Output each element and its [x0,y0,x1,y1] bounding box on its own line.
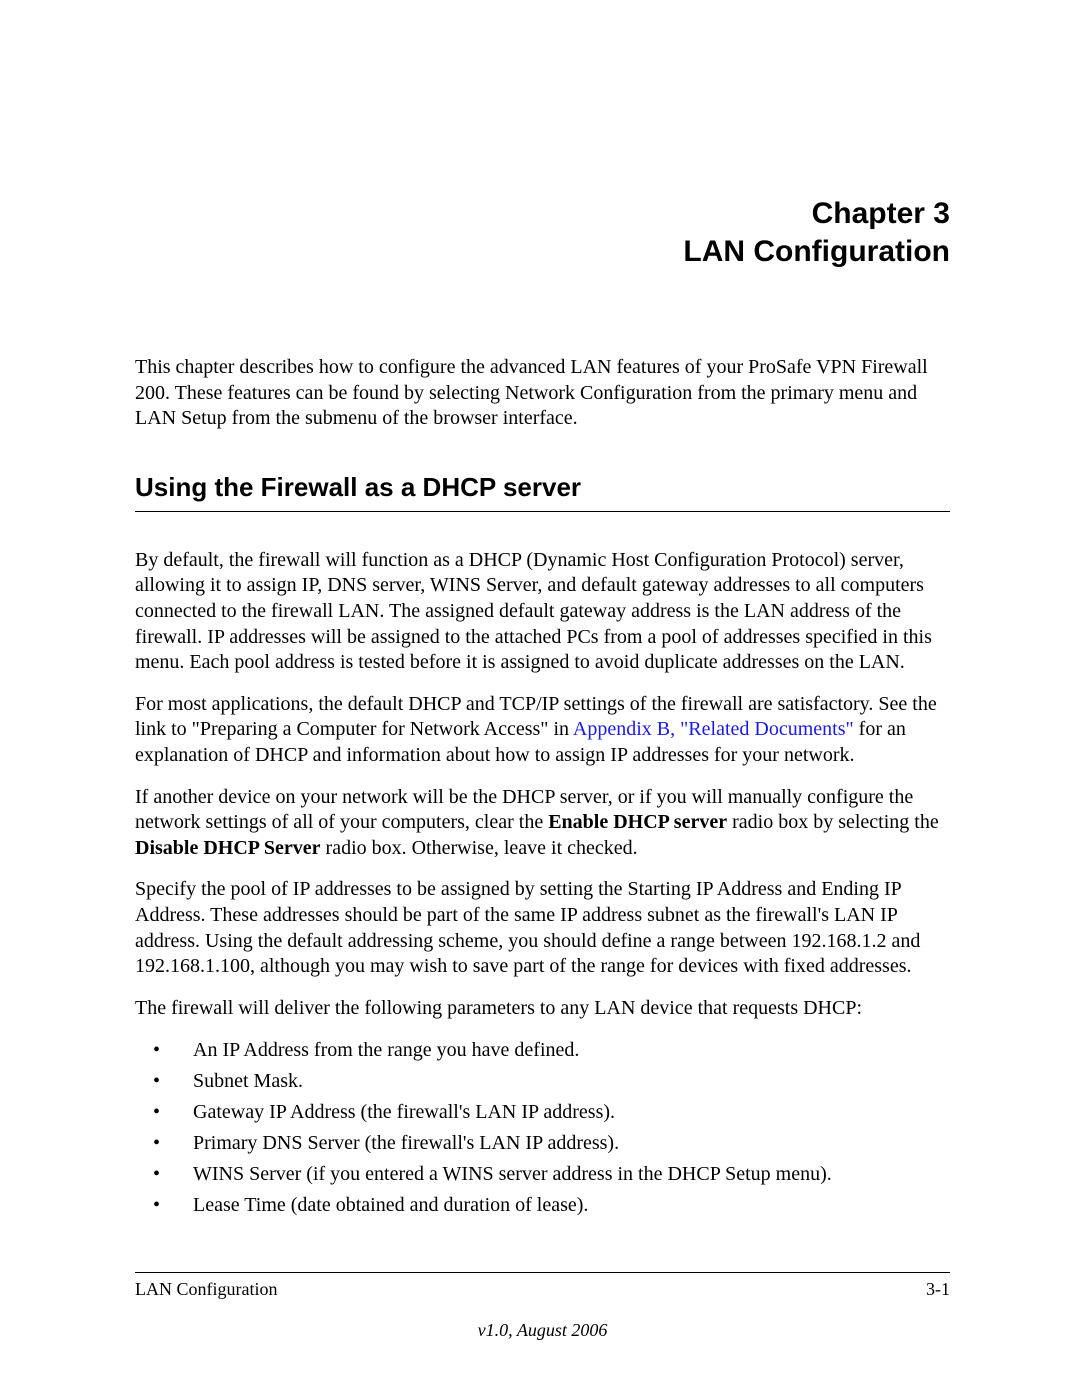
document-page: Chapter 3 LAN Configuration This chapter… [0,0,1080,1397]
list-item: Gateway IP Address (the firewall's LAN I… [135,1099,950,1126]
enable-dhcp-label: Enable DHCP server [548,811,727,833]
section-heading: Using the Firewall as a DHCP server [135,472,950,503]
chapter-name: LAN Configuration [135,233,950,271]
list-item: WINS Server (if you entered a WINS serve… [135,1161,950,1188]
dhcp-parameter-list: An IP Address from the range you have de… [135,1037,950,1219]
list-item: Subnet Mask. [135,1068,950,1095]
appendix-b-link[interactable]: Appendix B, "Related Documents" [573,718,854,740]
footer-version: v1.0, August 2006 [135,1320,950,1341]
list-item: Lease Time (date obtained and duration o… [135,1192,950,1219]
body-paragraph-4: Specify the pool of IP addresses to be a… [135,877,950,979]
footer-rule [135,1272,950,1273]
list-item: Primary DNS Server (the firewall's LAN I… [135,1130,950,1157]
body-paragraph-1: By default, the firewall will function a… [135,548,950,676]
p3-mid: radio box by selecting the [727,811,939,833]
footer-left: LAN Configuration [135,1279,277,1300]
disable-dhcp-label: Disable DHCP Server [135,837,321,859]
footer-page-number: 3-1 [926,1279,950,1300]
body-paragraph-5: The firewall will deliver the following … [135,996,950,1022]
page-footer: LAN Configuration 3-1 v1.0, August 2006 [135,1272,950,1341]
footer-row: LAN Configuration 3-1 [135,1279,950,1300]
section-rule [135,511,950,512]
body-paragraph-2: For most applications, the default DHCP … [135,692,950,769]
chapter-number: Chapter 3 [812,197,950,230]
body-paragraph-3: If another device on your network will b… [135,785,950,862]
chapter-title: Chapter 3 LAN Configuration [135,195,950,270]
p3-post: radio box. Otherwise, leave it checked. [321,837,638,859]
intro-paragraph: This chapter describes how to configure … [135,355,950,432]
list-item: An IP Address from the range you have de… [135,1037,950,1064]
